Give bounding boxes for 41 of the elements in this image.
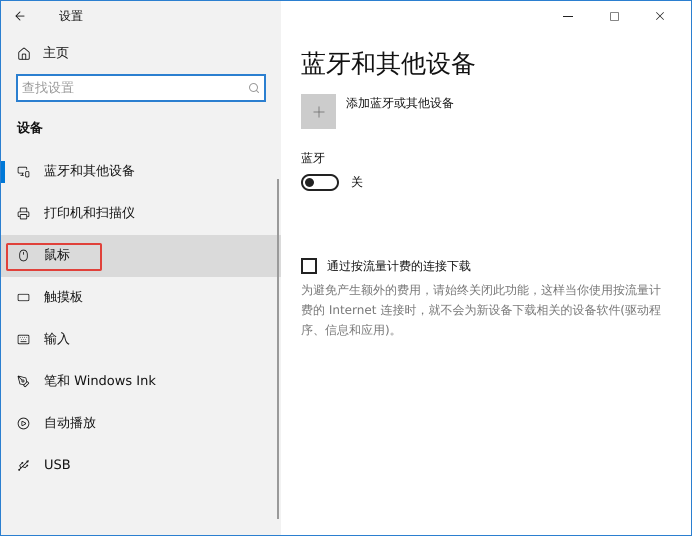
keyboard-icon [17,333,30,346]
sidebar-item[interactable]: USB [1,444,281,486]
printer-icon [17,207,30,220]
item-label: 蓝牙和其他设备 [44,162,135,181]
item-label: 打印机和扫描仪 [44,204,135,223]
metered-description: 为避免产生额外的费用，请始终关闭此功能，这样当你使用按流量计费的 Internet 连接时，就不会为新设备下载相关的设备软件(驱动程序、信息和应用)。 [301,282,662,339]
home-link[interactable]: 主页 [1,34,281,74]
search-field[interactable]: 查找设置 [16,74,266,102]
add-device-label[interactable]: 添加蓝牙或其他设备 [346,94,454,112]
sidebar-item[interactable]: 鼠标 [1,234,281,276]
item-label: 触摸板 [44,288,83,307]
pen-icon [17,375,30,388]
sidebar-item[interactable]: 自动播放 [1,402,281,444]
page-title: 蓝牙和其他设备 [301,48,477,80]
sidebar-item[interactable]: 触摸板 [1,276,281,318]
maximize-icon [608,10,620,22]
toggle-state: 关 [351,174,363,191]
usb-icon [17,459,30,472]
search-icon [248,82,260,94]
item-label: 鼠标 [44,246,70,265]
play-icon [17,417,30,430]
metered-checkbox[interactable] [301,258,317,274]
devices-icon [17,165,30,178]
add-device-button[interactable] [301,94,336,129]
item-label: 自动播放 [44,414,96,433]
item-label: 笔和 Windows Ink [44,372,156,391]
item-label: 输入 [44,330,70,349]
bluetooth-label: 蓝牙 [301,150,326,167]
window-title: 设置 [59,8,83,25]
item-label: USB [44,456,71,475]
sidebar-item[interactable]: 打印机和扫描仪 [1,192,281,234]
sidebar-item[interactable]: 蓝牙和其他设备 [1,150,281,192]
mouse-icon [17,249,30,262]
checkbox-label[interactable]: 通过按流量计费的连接下载 [327,257,471,275]
touchpad-icon [17,291,30,304]
home-icon [17,47,31,61]
sidebar-item[interactable]: 输入 [1,318,281,360]
section-heading: 设备 [16,120,44,138]
bluetooth-toggle[interactable] [301,174,339,190]
back-button[interactable] [13,9,27,23]
sidebar-item[interactable]: 笔和 Windows Ink [1,360,281,402]
